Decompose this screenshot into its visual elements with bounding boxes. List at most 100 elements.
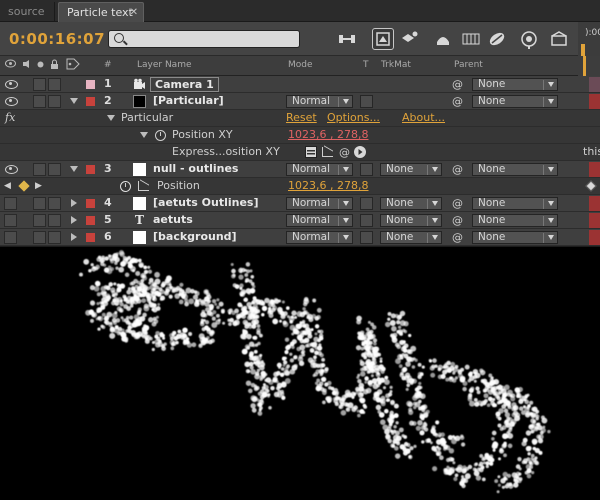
preserve-transparency-switch[interactable] [360, 214, 373, 227]
expand-triangle-icon[interactable] [71, 233, 77, 241]
stopwatch-icon[interactable] [120, 181, 131, 192]
layer-name[interactable]: [background] [153, 229, 237, 245]
layer-row-camera[interactable]: 1 Camera 1 @ None [0, 76, 600, 93]
spiral-icon[interactable]: @ [452, 96, 463, 107]
layer-row-null-outlines[interactable]: 3 null - outlines Normal None @ None [0, 161, 600, 178]
close-icon[interactable]: ✕ [130, 3, 138, 22]
lock-switch[interactable] [48, 214, 61, 227]
expand-triangle-icon[interactable] [71, 199, 77, 207]
blend-mode-select[interactable]: Normal [286, 163, 353, 176]
parent-select[interactable]: None [472, 163, 558, 176]
col-layer-name[interactable]: Layer Name [137, 60, 192, 70]
expand-triangle-icon[interactable] [107, 115, 115, 121]
parent-select[interactable]: None [472, 78, 558, 91]
lock-switch[interactable] [48, 163, 61, 176]
layer-name[interactable]: [Particular] [153, 93, 224, 109]
blend-mode-select[interactable]: Normal [286, 231, 353, 244]
label-color-swatch[interactable] [86, 80, 95, 89]
property-row-position-xy[interactable]: Position XY 1023,6 , 278,8 [0, 127, 600, 144]
keyframe-icon[interactable] [18, 180, 30, 192]
blend-mode-select[interactable]: Normal [286, 197, 353, 210]
parent-select[interactable]: None [472, 197, 558, 210]
layer-row-aetuts[interactable]: 5 T aetuts Normal None @ None [0, 212, 600, 229]
blend-mode-select[interactable]: Normal [286, 214, 353, 227]
solo-switch[interactable] [33, 197, 46, 210]
parent-select[interactable]: None [472, 231, 558, 244]
stopwatch-icon[interactable] [155, 130, 166, 141]
graph-icon[interactable] [322, 147, 333, 157]
lock-switch[interactable] [48, 197, 61, 210]
solo-switch[interactable] [33, 78, 46, 91]
parent-select[interactable]: None [472, 95, 558, 108]
layer-row-background[interactable]: 6 [background] Normal None @ None [0, 229, 600, 246]
label-color-swatch[interactable] [86, 97, 95, 106]
blend-mode-select[interactable]: Normal [286, 95, 353, 108]
eye-icon[interactable] [5, 164, 18, 174]
layer-duration-bar[interactable] [589, 196, 600, 211]
expression-enable-icon[interactable] [305, 146, 317, 158]
keyframe-icon[interactable] [585, 180, 597, 192]
preserve-transparency-switch[interactable] [360, 95, 373, 108]
layer-duration-bar[interactable] [589, 230, 600, 245]
graph-editor-icon[interactable] [518, 28, 540, 50]
effect-about-link[interactable]: About... [402, 110, 445, 126]
preserve-transparency-switch[interactable] [360, 197, 373, 210]
expand-triangle-icon[interactable] [140, 132, 148, 138]
layer-name[interactable]: aetuts [153, 212, 193, 228]
effect-row-particular[interactable]: fx Particular Reset Options... About... [0, 110, 600, 127]
layer-name[interactable]: [aetuts Outlines] [153, 195, 258, 211]
lock-switch[interactable] [48, 95, 61, 108]
graph-icon[interactable] [138, 181, 149, 191]
layer-duration-bar[interactable] [589, 94, 600, 109]
tab-particle-text[interactable]: Particle text ✕ [58, 2, 144, 22]
layer-row-particular[interactable]: 2 [Particular] Normal @ None [0, 93, 600, 110]
trkmat-select[interactable]: None [380, 197, 442, 210]
expand-triangle-icon[interactable] [71, 216, 77, 224]
property-value[interactable]: 1023,6 , 278,8 [288, 127, 368, 143]
video-switch[interactable] [4, 231, 17, 244]
layer-duration-bar[interactable] [589, 162, 600, 177]
expression-row[interactable]: Express...osition XY @ this [0, 144, 600, 161]
lock-switch[interactable] [48, 78, 61, 91]
trkmat-select[interactable]: None [380, 163, 442, 176]
layer-name[interactable]: null - outlines [153, 161, 238, 177]
trkmat-select[interactable]: None [380, 214, 442, 227]
eye-icon[interactable] [5, 79, 18, 89]
spiral-icon[interactable]: @ [452, 232, 463, 243]
spiral-icon[interactable]: @ [452, 198, 463, 209]
lock-switch[interactable] [48, 231, 61, 244]
next-keyframe-icon[interactable]: ▶ [35, 178, 42, 194]
expression-text[interactable]: this [583, 144, 600, 160]
preserve-transparency-switch[interactable] [360, 231, 373, 244]
time-ruler[interactable]: ):00s [578, 22, 600, 56]
video-switch[interactable] [4, 214, 17, 227]
effect-options-link[interactable]: Options... [327, 110, 380, 126]
label-color-swatch[interactable] [86, 233, 95, 242]
fx-switch[interactable]: fx [5, 111, 15, 124]
preserve-transparency-switch[interactable] [360, 163, 373, 176]
tab-source[interactable]: source [0, 2, 55, 22]
expression-language-menu-icon[interactable] [354, 146, 366, 158]
layer-duration-bar[interactable] [589, 77, 600, 92]
property-row-position[interactable]: ◀ ▶ Position 1023,6 , 278,8 [0, 178, 600, 195]
spiral-icon[interactable]: @ [452, 79, 463, 90]
draft-3d-icon[interactable] [372, 28, 394, 50]
work-area-start-marker[interactable] [581, 44, 585, 56]
eye-icon[interactable] [5, 96, 18, 106]
video-switch[interactable] [4, 197, 17, 210]
label-color-swatch[interactable] [86, 199, 95, 208]
effect-reset-link[interactable]: Reset [286, 110, 317, 126]
spiral-icon[interactable]: @ [452, 164, 463, 175]
expand-triangle-icon[interactable] [70, 98, 78, 104]
live-update-icon[interactable] [548, 28, 570, 50]
label-color-swatch[interactable] [86, 216, 95, 225]
composition-viewer[interactable] [0, 246, 600, 500]
expand-triangle-icon[interactable] [70, 166, 78, 172]
solo-switch[interactable] [33, 163, 46, 176]
solo-switch[interactable] [33, 231, 46, 244]
solo-switch[interactable] [33, 95, 46, 108]
layer-name[interactable]: Camera 1 [150, 77, 219, 92]
motion-blur-icon[interactable] [460, 28, 482, 50]
brainstorm-icon[interactable] [486, 28, 508, 50]
parent-select[interactable]: None [472, 214, 558, 227]
